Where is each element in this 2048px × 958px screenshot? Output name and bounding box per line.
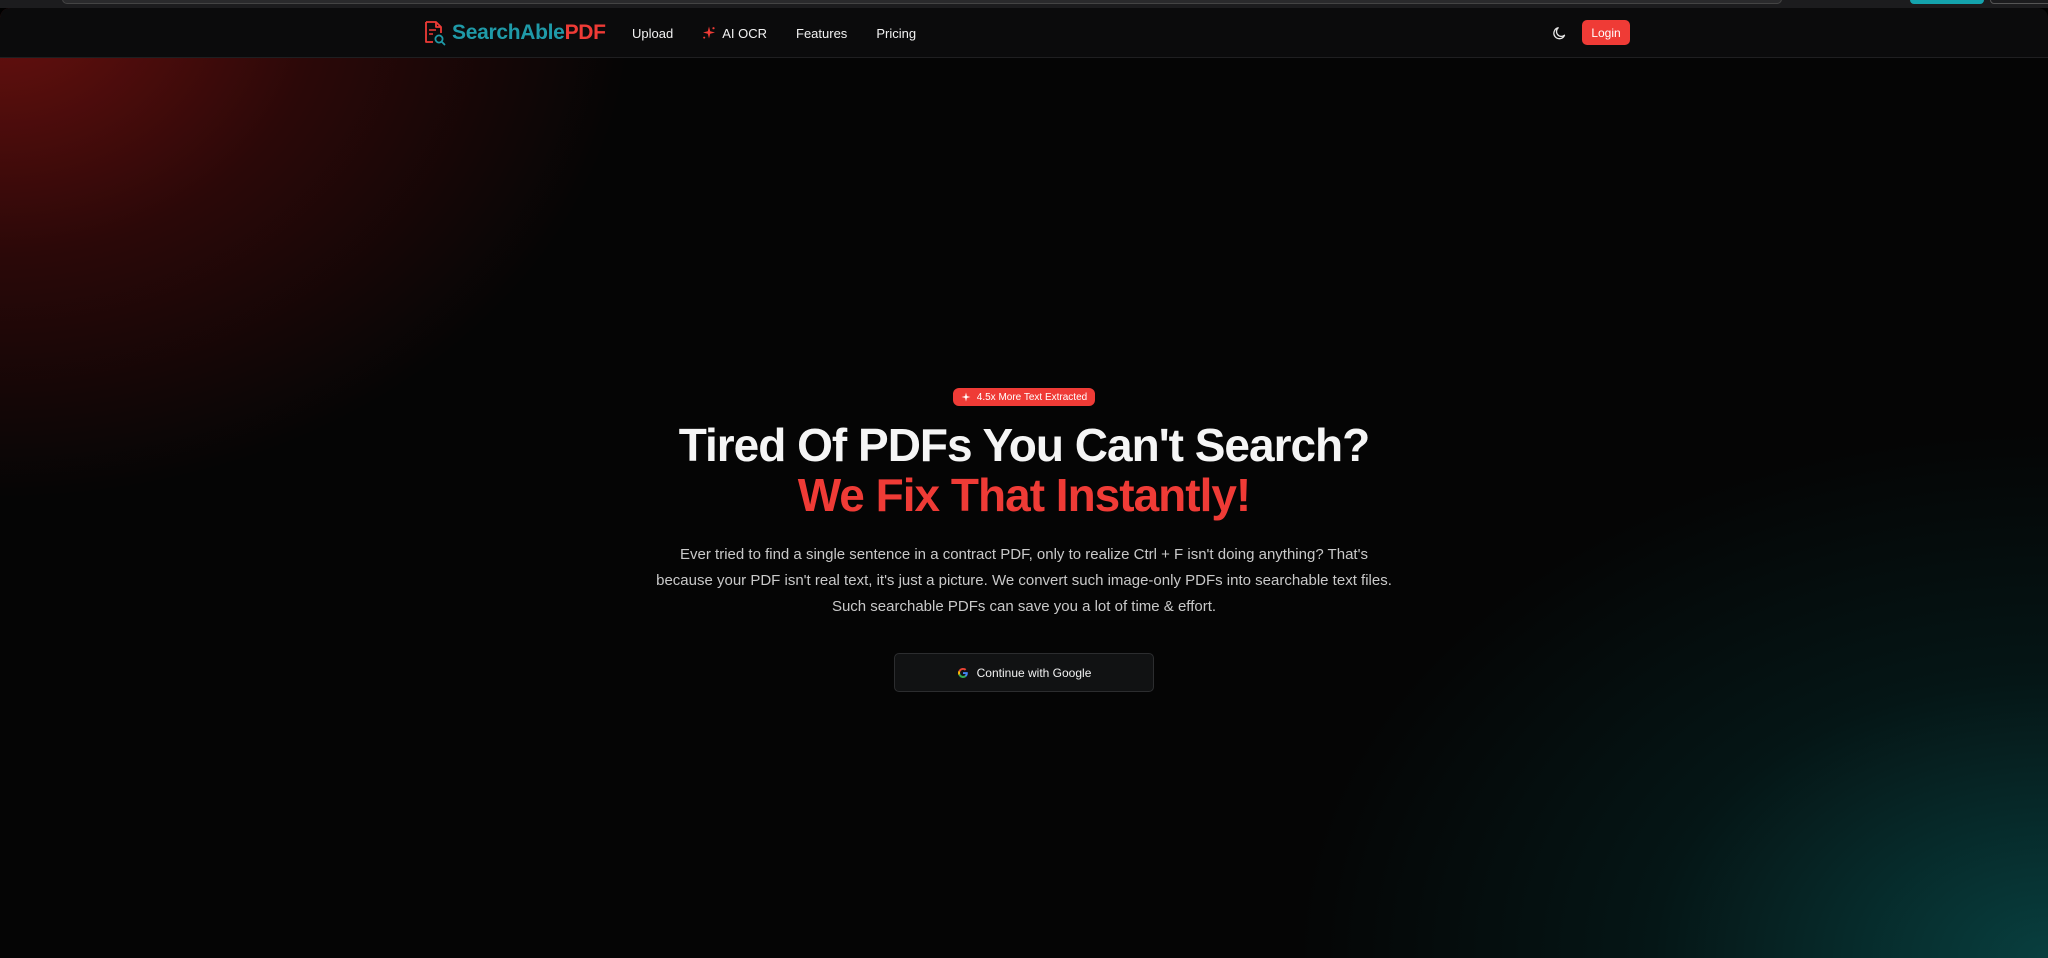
nav-item-label: Upload [632,25,674,41]
brand-name-part2: PDF [564,21,606,44]
page: SearchAblePDF Upload AI OCR Features Pri… [0,8,2048,958]
theme-toggle[interactable] [1552,25,1568,41]
login-button[interactable]: Login [1582,20,1630,45]
nav-links: Upload AI OCR Features Pricing [632,8,945,58]
hero-section: 4.5x More Text Extracted Tired Of PDFs Y… [0,388,2048,692]
nav-item-ai-ocr[interactable]: AI OCR [702,26,767,41]
browser-action-button[interactable] [1910,0,1984,4]
nav-item-upload[interactable]: Upload [632,26,673,41]
nav-item-label: AI OCR [722,25,767,41]
navbar: SearchAblePDF Upload AI OCR Features Pri… [0,8,2048,58]
pdf-search-icon [425,21,446,46]
sparkle-icon [961,392,971,402]
brand-logo[interactable]: SearchAblePDF [422,19,606,47]
brand-name-part1: SearchAble [452,21,565,44]
headline-line1: Tired Of PDFs You Can't Search? [678,419,1371,471]
hero-description: Ever tried to find a single sentence in … [656,546,1392,615]
google-icon [957,667,968,678]
hero-headline: Tired Of PDFs You Can't Search? We Fix T… [0,420,2048,520]
sparkle-icon [703,26,716,39]
browser-secondary-button[interactable] [1990,0,2048,4]
google-button-label: Continue with Google [976,665,1092,680]
browser-address-bar[interactable] [62,0,1782,4]
moon-icon [1553,27,1566,40]
nav-item-label: Features [796,25,848,41]
nav-item-pricing[interactable]: Pricing [876,26,916,41]
feature-badge: 4.5x More Text Extracted [952,388,1096,406]
headline-line2: We Fix That Instantly! [797,469,1252,521]
badge-text: 4.5x More Text Extracted [976,391,1088,403]
nav-item-features[interactable]: Features [796,26,847,41]
browser-chrome [0,0,2048,8]
continue-with-google-button[interactable]: Continue with Google [894,653,1154,692]
brand-name: SearchAblePDF [452,21,606,45]
nav-item-label: Pricing [876,25,917,41]
